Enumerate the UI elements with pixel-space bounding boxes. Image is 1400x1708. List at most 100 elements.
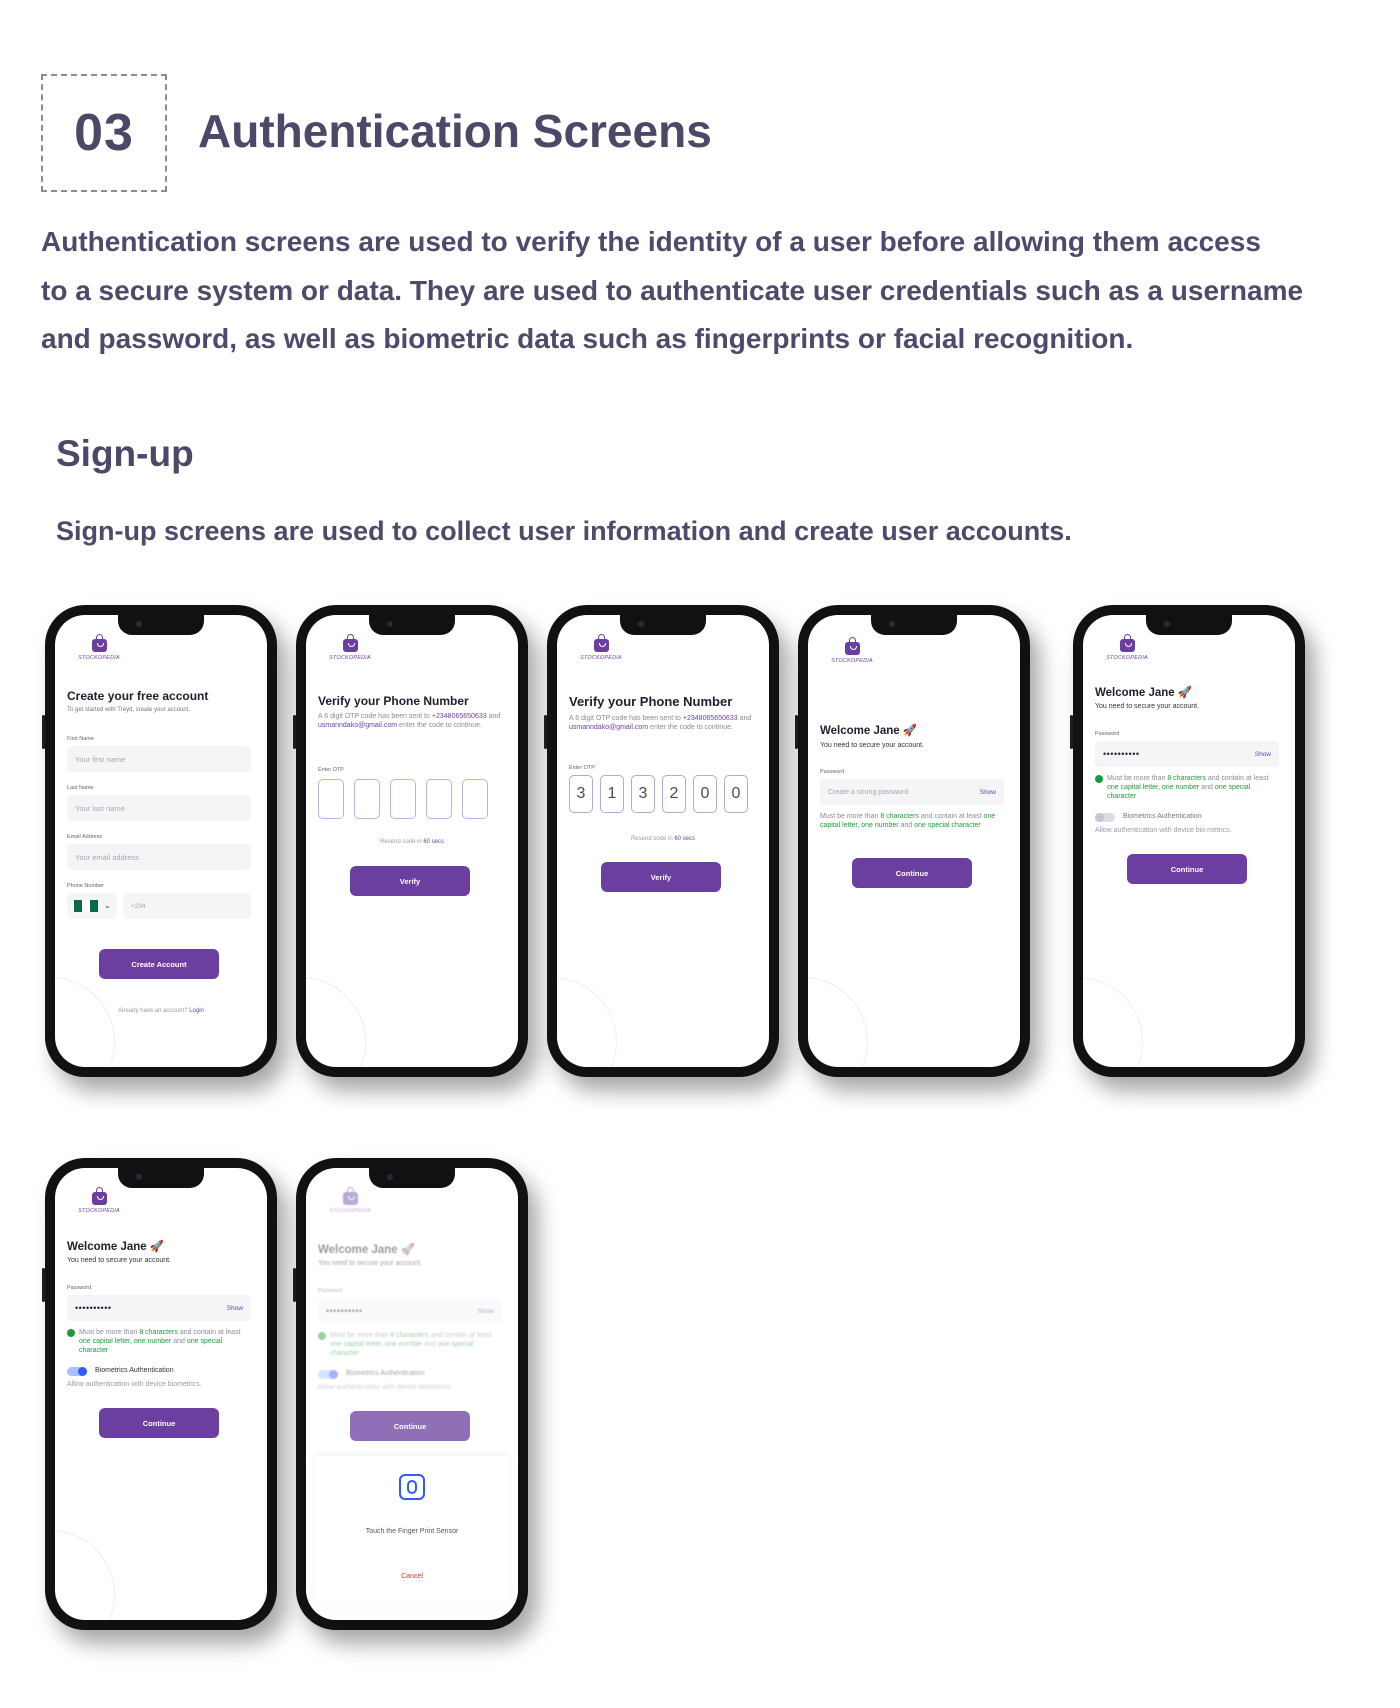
rule-b: 8 characters: [1167, 775, 1206, 782]
email-input[interactable]: Your email address: [67, 844, 251, 870]
otp-box[interactable]: 0: [693, 775, 717, 813]
show-password-toggle[interactable]: Show: [1255, 751, 1271, 758]
continue-button[interactable]: Continue: [99, 1408, 219, 1438]
rule-e: and: [424, 1341, 436, 1348]
logo-text: STOCKOPEDIA: [831, 658, 873, 664]
otp-box[interactable]: [318, 779, 344, 819]
show-password-toggle[interactable]: Show: [227, 1305, 243, 1312]
screen-title: Welcome Jane 🚀: [1095, 687, 1193, 699]
screen-title: Verify your Phone Number: [569, 694, 733, 709]
help-phone: +2348065650633: [431, 713, 487, 720]
password-label: Password: [1095, 731, 1120, 737]
phone-notch: [369, 615, 455, 635]
decor-circle: [808, 977, 868, 1067]
biometrics-toggle[interactable]: [1095, 813, 1115, 822]
brand-logo: STOCKOPEDIA: [326, 634, 374, 661]
password-label: Password: [67, 1285, 92, 1291]
otp-box[interactable]: 1: [600, 775, 624, 813]
password-input[interactable]: •••••••••• Show: [1095, 741, 1279, 767]
otp-box[interactable]: [426, 779, 452, 819]
rule-c: and contain at least: [430, 1332, 492, 1339]
logo-text: STOCKOPEDIA: [1106, 655, 1148, 661]
help-pre: A 6 digit OTP code has been sent to: [318, 713, 430, 720]
bag-icon: [91, 634, 107, 652]
create-account-button[interactable]: Create Account: [99, 949, 219, 979]
bag-icon: [91, 1187, 107, 1205]
help-phone: +2348065650633: [682, 715, 738, 722]
otp-box[interactable]: [354, 779, 380, 819]
signup-title: Sign-up: [56, 433, 194, 474]
screen-title: Welcome Jane 🚀: [820, 725, 918, 737]
otp-inputs: [318, 779, 488, 819]
otp-box[interactable]: [390, 779, 416, 819]
biometrics-help: Allow authentication with device biometr…: [67, 1381, 202, 1388]
login-prompt: Already have an account?: [118, 1008, 188, 1014]
phone-screen: STOCKOPEDIA Welcome Jane 🚀 You need to s…: [55, 1168, 267, 1620]
check-icon: [1095, 775, 1103, 783]
check-icon: [318, 1332, 326, 1340]
otp-box[interactable]: 3: [569, 775, 593, 813]
help-email: usmanndako@gmail.com: [318, 722, 398, 729]
otp-label: Enter OTP: [569, 765, 595, 771]
bag-icon: [593, 634, 609, 652]
screen-subtitle: You need to secure your account.: [318, 1260, 423, 1267]
help-and: and: [739, 715, 752, 722]
decor-circle: [55, 977, 115, 1067]
phone-input[interactable]: +234: [123, 893, 251, 919]
otp-box[interactable]: [462, 779, 488, 819]
phone-screen: STOCKOPEDIA Verify your Phone Number A 6…: [557, 615, 769, 1067]
otp-box[interactable]: 3: [631, 775, 655, 813]
continue-button[interactable]: Continue: [852, 858, 972, 888]
email-label: Email Address: [67, 834, 103, 840]
phone-create-account: STOCKOPEDIA Create your free account To …: [42, 605, 277, 1077]
rule-c: and contain at least: [179, 1329, 241, 1336]
otp-box[interactable]: 0: [724, 775, 748, 813]
brand-logo: STOCKOPEDIA: [577, 634, 625, 661]
biometrics-toggle: [318, 1370, 338, 1379]
first-name-input[interactable]: Your first name: [67, 746, 251, 772]
biometrics-label: Biometrics Authentication: [95, 1367, 174, 1374]
resend-text: Resend code in 60 secs: [306, 839, 518, 845]
bag-icon: [342, 634, 358, 652]
decor-circle: [306, 977, 366, 1067]
otp-label: Enter OTP: [318, 767, 344, 773]
password-input[interactable]: Create a strong password Show: [820, 779, 1004, 805]
password-input[interactable]: •••••••••• Show: [67, 1295, 251, 1321]
password-value: ••••••••••: [326, 1306, 363, 1316]
rule-d: one capital letter, one number: [1107, 784, 1200, 791]
screen-title: Welcome Jane 🚀: [318, 1244, 416, 1256]
country-code-select[interactable]: ⌄: [67, 893, 117, 919]
help-pre: A 6 digit OTP code has been sent to: [569, 715, 681, 722]
resend-timer: 60 secs: [674, 836, 696, 842]
otp-help-text: A 6 digit OTP code has been sent to +234…: [318, 712, 504, 730]
password-rules: Must be more than 8 characters and conta…: [330, 1331, 504, 1358]
cancel-button[interactable]: Cancel: [316, 1573, 508, 1580]
biometrics-toggle[interactable]: [67, 1367, 87, 1376]
show-password-toggle: Show: [477, 1307, 494, 1315]
verify-button[interactable]: Verify: [350, 866, 470, 896]
fingerprint-icon: [399, 1474, 425, 1500]
password-placeholder: Create a strong password: [828, 788, 909, 796]
phone-screen: STOCKOPEDIA Verify your Phone Number A 6…: [306, 615, 518, 1067]
resend-label: Resend code in: [630, 836, 673, 842]
last-name-label: Last Name: [67, 785, 94, 791]
chevron-down-icon: ⌄: [104, 901, 111, 910]
help-post: enter the code to continue.: [399, 722, 482, 729]
last-name-input[interactable]: Your last name: [67, 795, 251, 821]
login-link[interactable]: Login: [189, 1008, 204, 1014]
show-password-toggle[interactable]: Show: [980, 789, 996, 796]
decor-circle: [557, 977, 617, 1067]
phone-welcome-empty: STOCKOPEDIA Welcome Jane 🚀 You need to s…: [795, 605, 1030, 1077]
rule-e: and: [173, 1338, 185, 1345]
password-value: ••••••••••: [1103, 749, 1140, 759]
intro-line-2: to a secure system or data. They are use…: [41, 274, 1304, 306]
help-and: and: [488, 713, 501, 720]
continue-button[interactable]: Continue: [1127, 854, 1247, 884]
password-rules: Must be more than 8 characters and conta…: [79, 1328, 253, 1355]
section-number-box: 03: [41, 74, 167, 192]
bag-icon: [844, 637, 860, 655]
help-email: usmanndako@gmail.com: [569, 724, 649, 731]
first-name-label: First Name: [67, 736, 94, 742]
otp-box[interactable]: 2: [662, 775, 686, 813]
verify-button[interactable]: Verify: [601, 862, 721, 892]
